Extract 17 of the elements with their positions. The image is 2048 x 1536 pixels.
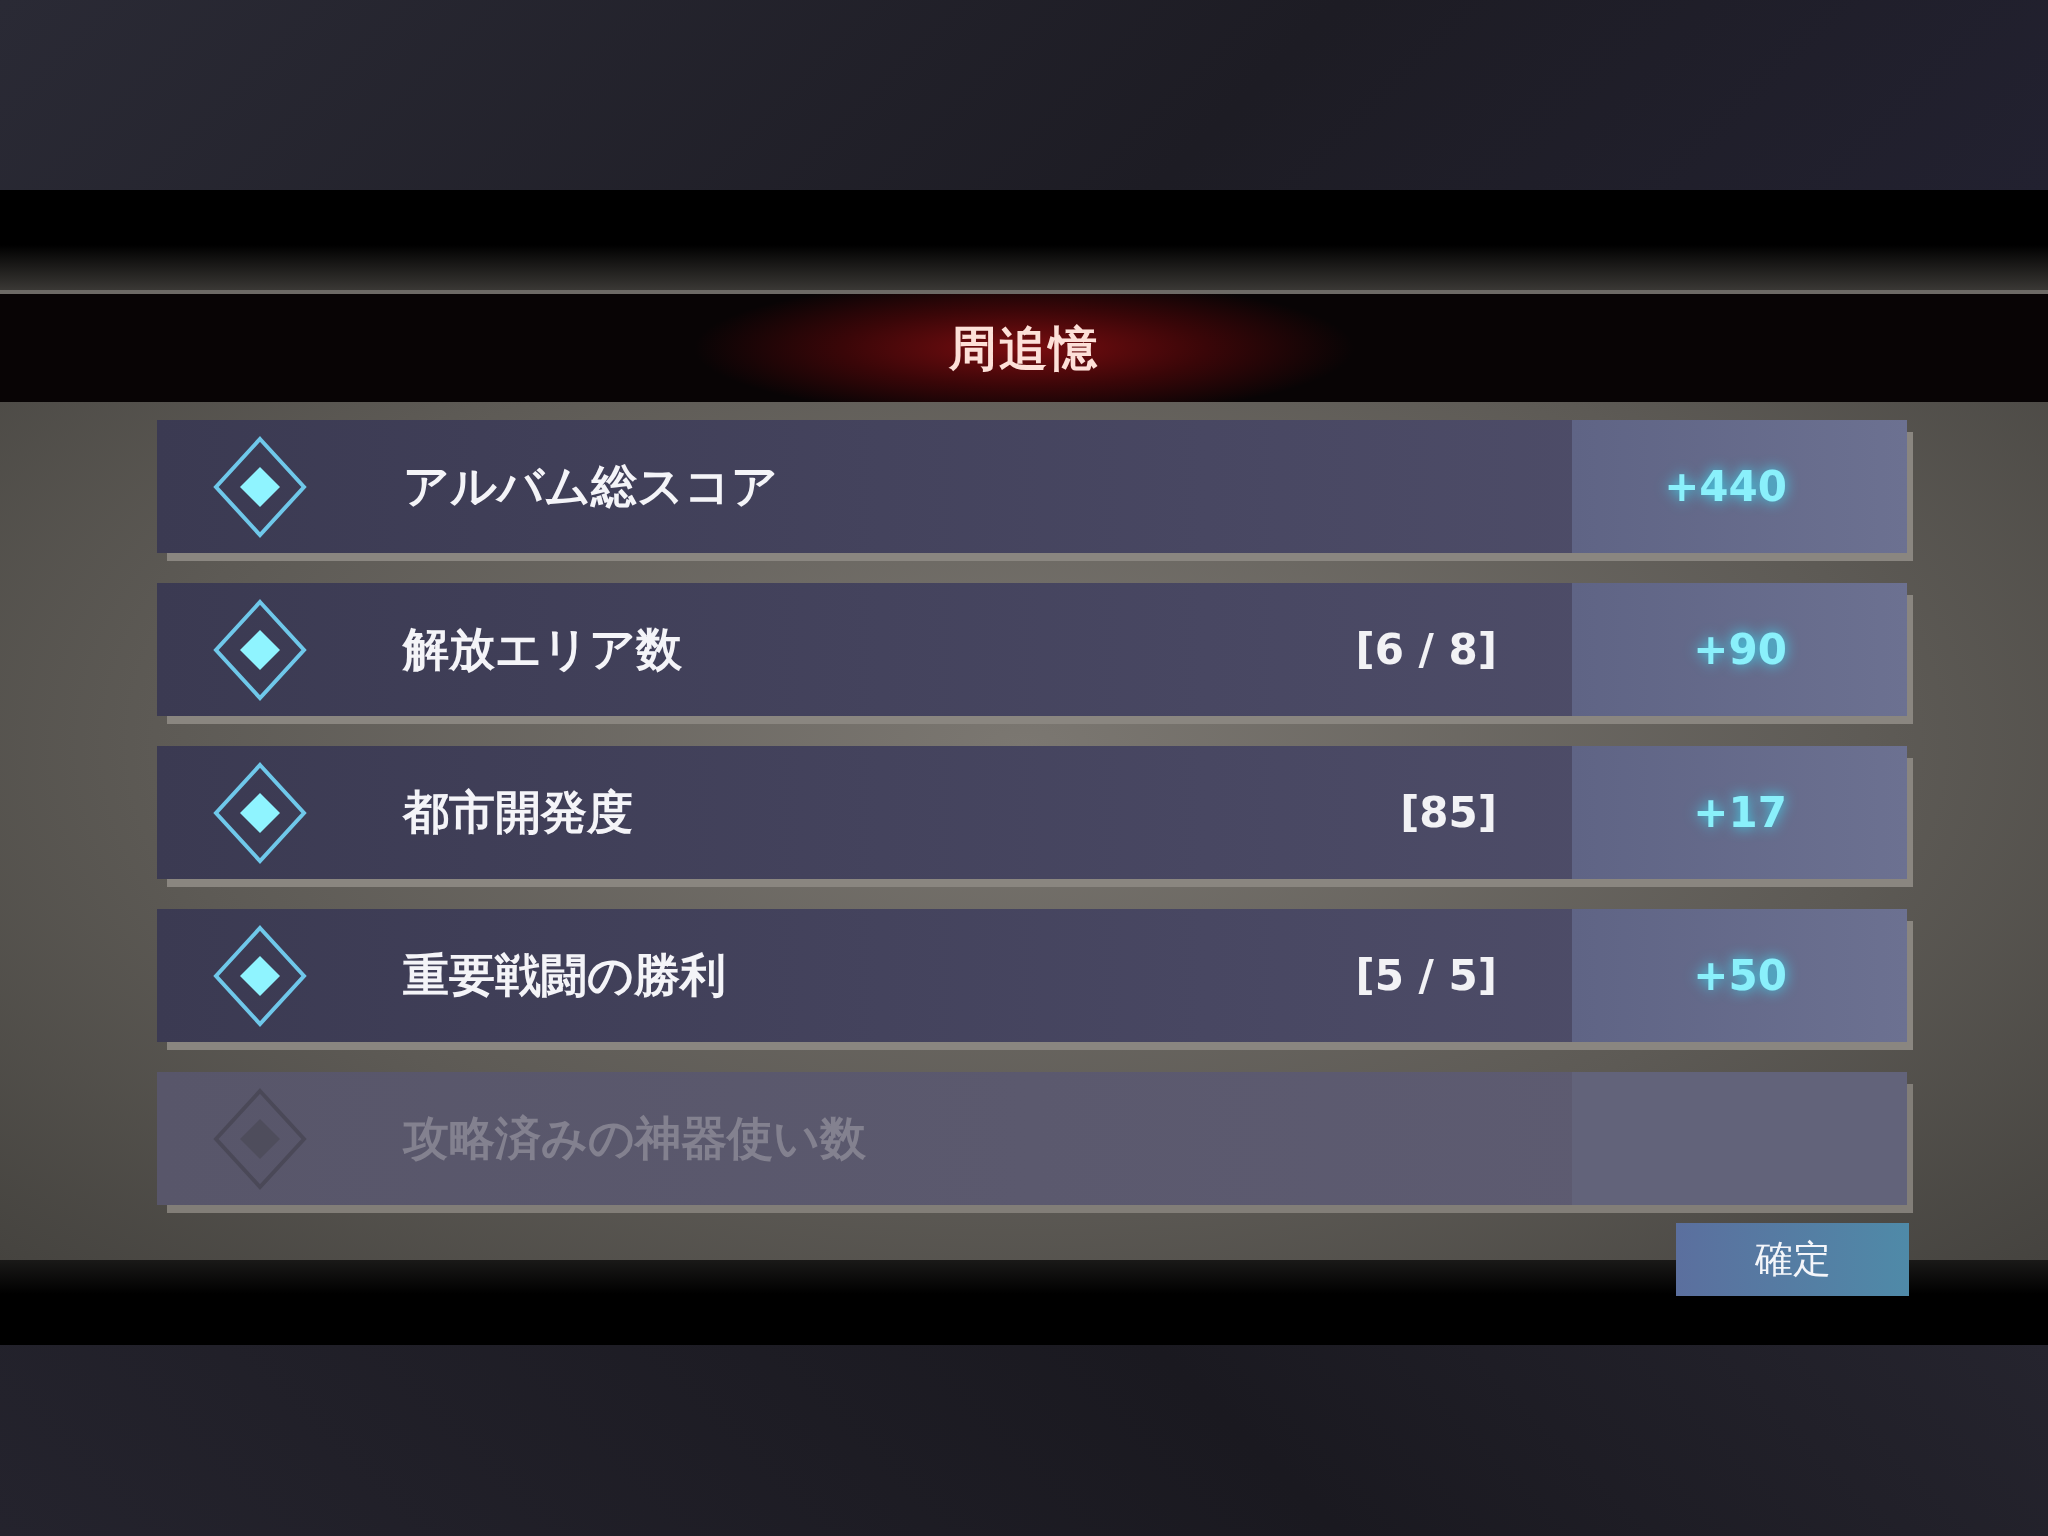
stat-count: [6 / 8] [1355, 624, 1497, 676]
stat-label: 解放エリア数 [403, 621, 682, 678]
stat-count: [5 / 5] [1355, 950, 1497, 1002]
stat-count: [85] [1400, 787, 1497, 839]
bonus-value: +90 [1693, 624, 1787, 676]
diamond-icon [212, 923, 308, 1028]
stat-label: 重要戦闘の勝利 [403, 947, 726, 1004]
stat-label: アルバム総スコア [403, 458, 778, 515]
stat-label: 都市開発度 [403, 784, 633, 841]
bonus-value: +17 [1693, 787, 1787, 839]
confirm-button[interactable]: 確定 [1676, 1223, 1909, 1296]
diamond-icon [212, 434, 308, 539]
diamond-icon [212, 597, 308, 702]
dialog-title: 周追憶 [949, 319, 1099, 378]
bonus-value: +440 [1664, 461, 1787, 513]
diamond-icon [212, 760, 308, 865]
bonus-value: +50 [1693, 950, 1787, 1002]
